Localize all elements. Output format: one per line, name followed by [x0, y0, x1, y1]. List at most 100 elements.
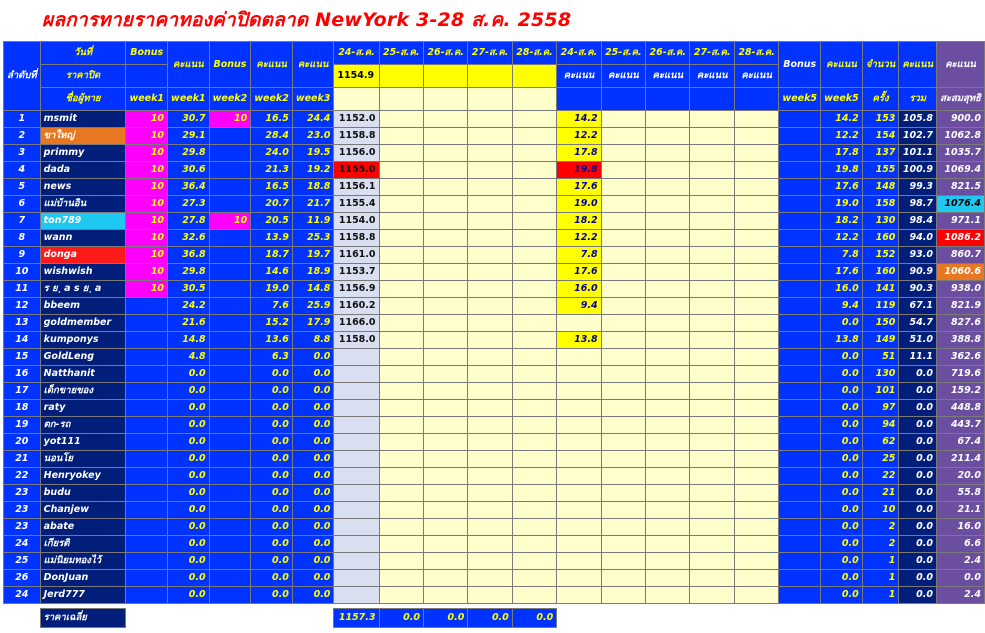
price-guess-3 — [422, 518, 469, 536]
total-score-header: คะแนน — [898, 41, 937, 88]
day-score-4 — [689, 246, 735, 264]
score-week3: 0.0 — [291, 416, 335, 434]
day-score-3 — [645, 161, 691, 179]
day-score-2 — [600, 348, 647, 366]
score-week5: 0.0 — [820, 501, 863, 519]
day-score-1: 19.8 — [556, 161, 602, 179]
bonus-week5 — [778, 195, 822, 213]
price-guess-5 — [511, 484, 558, 502]
day-score-5 — [733, 297, 780, 315]
score-week3: 0.0 — [291, 450, 335, 468]
price-guess-1 — [333, 552, 380, 570]
footer-blank — [862, 609, 899, 628]
member-name: Natthanit — [39, 365, 127, 383]
day-score-1 — [556, 467, 602, 485]
score-week2: 0.0 — [250, 586, 293, 604]
day-score-3 — [645, 552, 691, 570]
table-row: 19 ตก-รถ 0.0 0.0 0.0 0.0 94 0.0 443.7 — [3, 416, 985, 434]
cumulative-score: 1069.4 — [936, 161, 985, 179]
day-score-5 — [733, 127, 780, 145]
price-guess-2 — [378, 348, 424, 366]
count-header: จำนวน — [861, 41, 900, 88]
total-score: 99.3 — [898, 178, 937, 196]
price-guess-1: 1154.0 — [333, 212, 380, 230]
bonus-week1-header: Bonus — [125, 41, 169, 65]
total-score: 93.0 — [898, 246, 937, 264]
cumulative-label: สะสมสุทธิ — [936, 87, 985, 111]
row-number: 5 — [3, 178, 41, 196]
price-guess-1 — [333, 450, 380, 468]
date-header-3: 26-ส.ค. — [422, 41, 469, 65]
bonus-week2 — [208, 552, 252, 570]
price-guess-2 — [378, 484, 424, 502]
day-score-2 — [600, 467, 647, 485]
price-guess-4 — [467, 399, 513, 417]
guess-count: 153 — [861, 110, 900, 128]
total-score: 0.0 — [898, 365, 937, 383]
price-guess-2 — [378, 195, 424, 213]
cumulative-score: 16.0 — [936, 518, 985, 536]
member-name: donga — [39, 246, 127, 264]
day-score-1 — [556, 433, 602, 451]
score-week3: 25.3 — [291, 229, 335, 247]
score-week5: 0.0 — [820, 569, 863, 587]
cumulative-score: 719.6 — [936, 365, 985, 383]
price-guess-1 — [333, 399, 380, 417]
score-week3: 24.4 — [291, 110, 335, 128]
day-score-2 — [600, 552, 647, 570]
cumulative-score: 159.2 — [936, 382, 985, 400]
score-week1: 0.0 — [167, 382, 210, 400]
score-week2: 0.0 — [250, 467, 293, 485]
total-score: 0.0 — [898, 467, 937, 485]
day-score-1 — [556, 416, 602, 434]
day-score-5 — [733, 382, 780, 400]
day-score-1 — [556, 348, 602, 366]
price-guess-5 — [511, 314, 558, 332]
table-row: 7 ton789 10 27.8 10 20.5 11.9 1154.0 18.2 18.2 130… — [3, 212, 985, 230]
bonus-week2 — [208, 365, 252, 383]
member-name: wishwish — [39, 263, 127, 281]
day-score-4 — [689, 382, 735, 400]
member-name: DonJuan — [39, 569, 127, 587]
day-score-2 — [600, 586, 647, 604]
day-score-3 — [645, 331, 691, 349]
price-guess-5 — [511, 365, 558, 383]
price-guess-1: 1160.2 — [333, 297, 380, 315]
day-score-5 — [733, 484, 780, 502]
bonus-week1 — [125, 365, 169, 383]
score-week3: 0.0 — [291, 365, 335, 383]
bonus-week5 — [778, 467, 822, 485]
total-score: 0.0 — [898, 450, 937, 468]
bonus-week5 — [778, 161, 822, 179]
day-score-4 — [689, 467, 735, 485]
bonus-week1: 10 — [125, 178, 169, 196]
day-score-2 — [600, 161, 647, 179]
day-score-1 — [556, 535, 602, 553]
price-guess-4 — [467, 433, 513, 451]
row-number: 26 — [3, 569, 41, 587]
day-score-5 — [733, 467, 780, 485]
table-row: 26 DonJuan 0.0 0.0 0.0 0.0 1 0.0 0.0 — [3, 569, 985, 587]
guess-count: 10 — [861, 501, 900, 519]
price-guess-2 — [378, 212, 424, 230]
total-score: 0.0 — [898, 586, 937, 604]
bonus-week2 — [208, 399, 252, 417]
score-week3: 18.9 — [291, 263, 335, 281]
day-score-3 — [645, 399, 691, 417]
footer-blank — [690, 609, 734, 628]
day-score-3 — [645, 144, 691, 162]
score-week5: 17.6 — [820, 263, 863, 281]
price-guess-5 — [511, 416, 558, 434]
score-sub-4 — [689, 87, 735, 111]
score-week3: 0.0 — [291, 518, 335, 536]
cumulative-score-header: คะแนน — [936, 41, 985, 88]
bonus-week2 — [208, 127, 252, 145]
score-week2: 0.0 — [250, 450, 293, 468]
price-guess-4 — [467, 144, 513, 162]
guess-count: 154 — [861, 127, 900, 145]
bonus-week5 — [778, 484, 822, 502]
day-score-5 — [733, 229, 780, 247]
total-score: 0.0 — [898, 382, 937, 400]
price-guess-5 — [511, 450, 558, 468]
price-sub-2 — [378, 87, 424, 111]
